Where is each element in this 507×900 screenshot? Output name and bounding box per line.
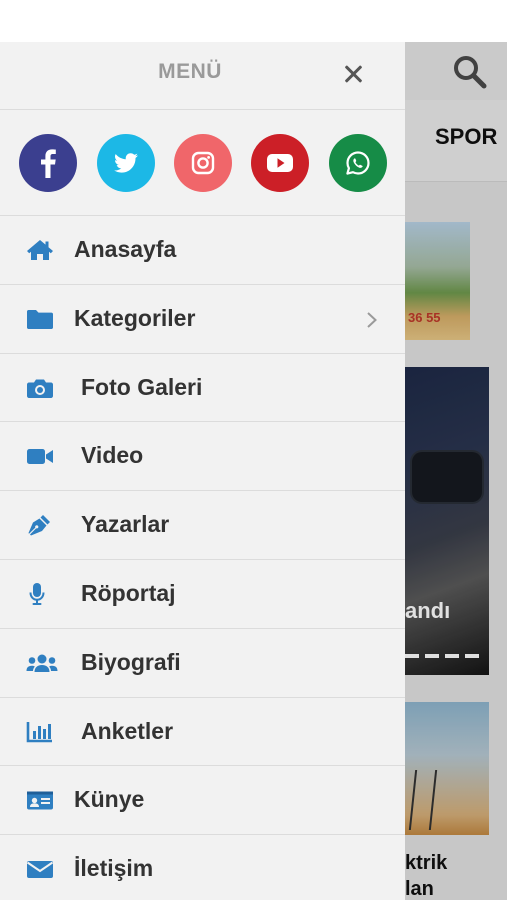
- pen-nib-icon: [26, 513, 54, 537]
- envelope-icon: [26, 857, 54, 881]
- status-bar-area: [0, 0, 507, 42]
- id-card-icon: [26, 788, 54, 812]
- menu-item-anketler[interactable]: Anketler: [0, 698, 405, 767]
- menu-label: Anasayfa: [74, 236, 177, 262]
- menu-label: Foto Galeri: [81, 373, 203, 400]
- menu-item-kunye[interactable]: Künye: [0, 766, 405, 836]
- home-icon: [26, 238, 54, 262]
- close-icon[interactable]: [340, 62, 366, 88]
- menu-item-biyografi[interactable]: Biyografi: [0, 629, 405, 698]
- menu-item-foto-galeri[interactable]: Foto Galeri: [0, 354, 405, 423]
- menu-label: Anketler: [81, 717, 174, 744]
- users-icon: [26, 651, 58, 675]
- youtube-icon[interactable]: [251, 134, 309, 192]
- menu-item-roportaj[interactable]: Röportaj: [0, 560, 405, 629]
- menu-label: Video: [81, 442, 144, 469]
- menu-item-anasayfa[interactable]: Anasayfa: [0, 216, 405, 285]
- video-camera-icon: [26, 444, 54, 468]
- menu-item-video[interactable]: Video: [0, 422, 405, 492]
- whatsapp-icon[interactable]: [329, 134, 387, 192]
- menu-item-kategoriler[interactable]: Kategoriler: [0, 285, 405, 354]
- menu-label: Kategoriler: [74, 304, 196, 331]
- drawer-header: MENÜ: [0, 42, 405, 110]
- menu-label: İletişim: [74, 855, 154, 882]
- microphone-icon: [26, 582, 54, 606]
- side-menu-drawer: MENÜ Anasayfa Kategoriler Foto Galeri Vi…: [0, 42, 405, 900]
- social-links: [0, 110, 405, 216]
- instagram-icon[interactable]: [174, 134, 232, 192]
- menu-label: Röportaj: [81, 579, 176, 606]
- menu-label: Biyografi: [81, 648, 181, 675]
- menu-label: Künye: [74, 786, 145, 813]
- folder-icon: [26, 307, 54, 331]
- overlay-dim[interactable]: [405, 42, 507, 900]
- bar-chart-icon: [26, 720, 54, 744]
- menu-title: MENÜ: [158, 60, 222, 83]
- menu-item-yazarlar[interactable]: Yazarlar: [0, 491, 405, 560]
- twitter-icon[interactable]: [97, 134, 155, 192]
- menu-label: Yazarlar: [81, 511, 170, 538]
- menu-item-iletisim[interactable]: İletişim: [0, 835, 405, 900]
- screen: SPOR 36 55 andı ktrik lan MENÜ Anasayfa …: [0, 0, 507, 900]
- chevron-right-icon: [364, 311, 380, 329]
- menu-list: Anasayfa Kategoriler Foto Galeri Video Y…: [0, 216, 405, 900]
- camera-icon: [26, 376, 54, 400]
- facebook-icon[interactable]: [19, 134, 77, 192]
